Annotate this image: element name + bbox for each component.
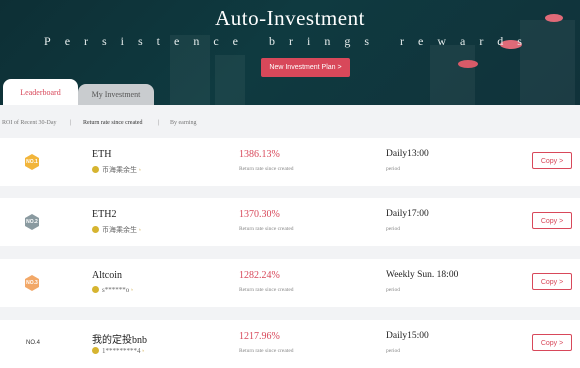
filter-by-earning[interactable]: By earning bbox=[170, 120, 197, 126]
decor-cylinder bbox=[458, 60, 478, 68]
filter-separator: | bbox=[70, 120, 72, 126]
period-value: Daily15:00 bbox=[386, 331, 429, 341]
period-label: period bbox=[386, 287, 401, 293]
user-name: 币海乘余生 bbox=[102, 226, 137, 234]
roi-label: Return rate since created bbox=[239, 166, 294, 172]
coin-icon bbox=[92, 166, 99, 173]
roi-value: 1217.96% bbox=[239, 331, 280, 342]
period-label: period bbox=[386, 348, 401, 354]
plan-user: 1*********4 ʰ bbox=[92, 347, 144, 355]
user-name: 1*********4 bbox=[102, 347, 141, 355]
rank-badge: NO.3 bbox=[25, 275, 39, 291]
roi-label: Return rate since created bbox=[239, 226, 294, 232]
plan-name: 我的定投bnb bbox=[92, 335, 147, 346]
filter-separator: | bbox=[158, 120, 160, 126]
user-name: s******o bbox=[102, 286, 130, 294]
decor-building bbox=[215, 55, 245, 105]
leaderboard-row: NO.3 Altcoin s******o ʰ 1282.24% Return r… bbox=[0, 259, 580, 307]
copy-button[interactable]: Copy > bbox=[532, 152, 572, 169]
period-value: Weekly Sun. 18:00 bbox=[386, 270, 459, 280]
copy-button[interactable]: Copy > bbox=[532, 334, 572, 351]
plan-name: Altcoin bbox=[92, 270, 122, 281]
filter-since-created[interactable]: Return rate since created bbox=[83, 120, 142, 126]
verified-icon: ʰ bbox=[142, 350, 145, 355]
plan-user: s******o ʰ bbox=[92, 286, 133, 294]
tab-leaderboard[interactable]: Leaderboard bbox=[3, 79, 78, 105]
tab-my-investment[interactable]: My Investment bbox=[78, 84, 154, 105]
user-name: 币海乘余生 bbox=[102, 166, 137, 174]
coin-icon bbox=[92, 286, 99, 293]
filter-roi-recent[interactable]: ROI of Recent 30-Day bbox=[2, 120, 56, 126]
coin-icon bbox=[92, 226, 99, 233]
plan-user: 币海乘余生 ʰ bbox=[92, 225, 141, 235]
leaderboard-row: NO.1 ETH 币海乘余生 ʰ 1386.13% Return rate sin… bbox=[0, 138, 580, 186]
filter-bar: ROI of Recent 30-Day | Return rate since… bbox=[0, 105, 580, 138]
roi-value: 1386.13% bbox=[239, 149, 280, 160]
roi-label: Return rate since created bbox=[239, 348, 294, 354]
page-subtitle: Persistence brings rewards bbox=[44, 34, 536, 48]
verified-icon: ʰ bbox=[131, 289, 133, 294]
rank-label: NO.4 bbox=[26, 340, 41, 346]
copy-button[interactable]: Copy > bbox=[532, 273, 572, 290]
period-value: Daily13:00 bbox=[386, 149, 429, 159]
verified-icon: ʰ bbox=[139, 169, 141, 174]
page-title: Auto-Investment bbox=[215, 6, 365, 30]
roi-value: 1370.30% bbox=[239, 209, 280, 220]
plan-name: ETH bbox=[92, 149, 112, 160]
coin-icon bbox=[92, 347, 99, 354]
roi-value: 1282.24% bbox=[239, 270, 280, 281]
roi-label: Return rate since created bbox=[239, 287, 294, 293]
copy-button[interactable]: Copy > bbox=[532, 212, 572, 229]
plan-name: ETH2 bbox=[92, 209, 117, 220]
decor-building bbox=[430, 45, 475, 105]
period-value: Daily17:00 bbox=[386, 209, 429, 219]
period-label: period bbox=[386, 166, 401, 172]
rank-badge: NO.2 bbox=[25, 214, 39, 230]
leaderboard-row: NO.2 ETH2 币海乘余生 ʰ 1370.30% Return rate si… bbox=[0, 198, 580, 246]
period-label: period bbox=[386, 226, 401, 232]
verified-icon: ʰ bbox=[139, 229, 141, 234]
rank-badge: NO.1 bbox=[25, 154, 39, 170]
new-investment-plan-button[interactable]: New Investment Plan > bbox=[261, 58, 350, 77]
decor-building bbox=[520, 20, 575, 105]
plan-user: 币海乘余生 ʰ bbox=[92, 165, 141, 175]
